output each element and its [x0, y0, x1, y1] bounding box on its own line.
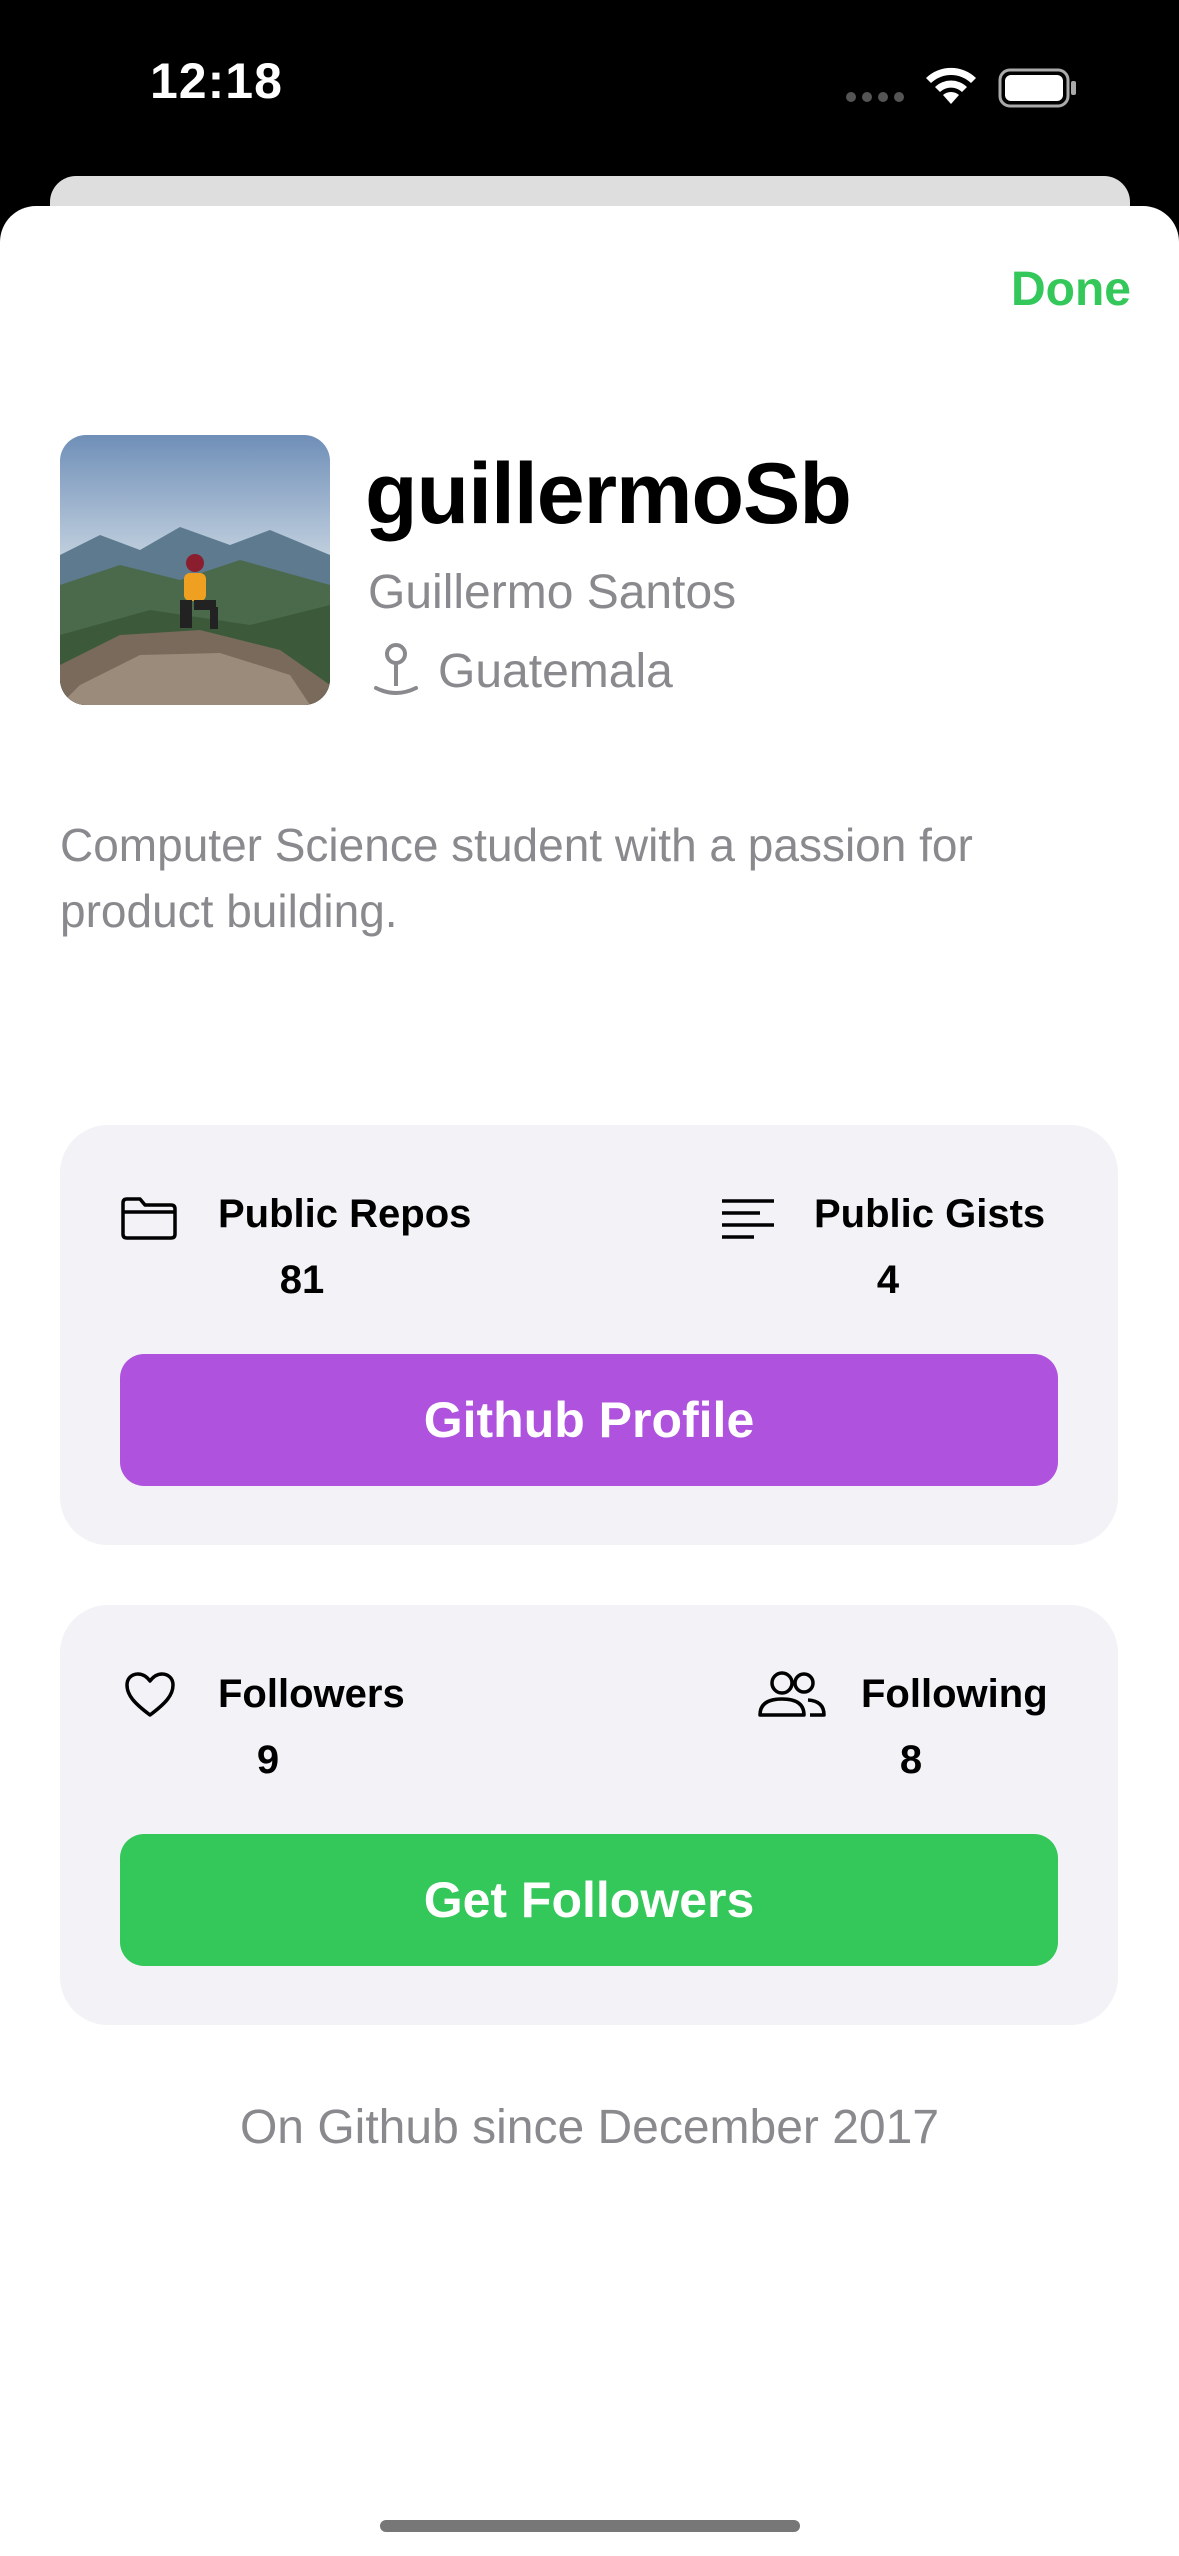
status-time: 12:18	[150, 53, 283, 109]
public-gists-value: 4	[876, 1258, 900, 1302]
done-button[interactable]: Done	[1011, 262, 1131, 317]
username: guillermoSb	[365, 446, 852, 542]
heart-icon	[125, 1672, 175, 1717]
full-name: Guillermo Santos	[368, 566, 737, 619]
status-bar: 12:18	[0, 0, 1179, 170]
repos-card: Public Repos 81 Public Gists 4 Github Pr…	[60, 1125, 1118, 1545]
following-value: 8	[899, 1738, 923, 1782]
bio: Computer Science student with a passion …	[60, 819, 973, 937]
text-align-left-icon	[722, 1199, 774, 1239]
following-label: Following	[861, 1672, 1048, 1716]
followers-label: Followers	[218, 1672, 405, 1716]
cellular-signal-icon	[846, 92, 904, 102]
location: Guatemala	[368, 642, 673, 700]
folder-icon	[121, 1197, 177, 1240]
public-gists-label: Public Gists	[814, 1192, 1046, 1236]
wifi-icon	[926, 67, 976, 104]
mappin-icon	[374, 643, 418, 695]
public-repos-value: 81	[279, 1258, 325, 1302]
get-followers-button[interactable]: Get Followers	[120, 1834, 1058, 1966]
home-indicator[interactable]	[380, 2520, 800, 2532]
public-repos-label: Public Repos	[218, 1192, 472, 1236]
github-since-text: On Github since December 2017	[239, 2101, 940, 2154]
github-profile-button[interactable]: Github Profile	[120, 1354, 1058, 1486]
person-2-icon	[758, 1671, 826, 1717]
followers-card: Followers 9 Following 8 Get Followers	[60, 1605, 1118, 2025]
battery-icon	[998, 68, 1076, 108]
followers-value: 9	[256, 1738, 280, 1782]
location-text: Guatemala	[438, 644, 673, 698]
avatar	[60, 435, 330, 705]
